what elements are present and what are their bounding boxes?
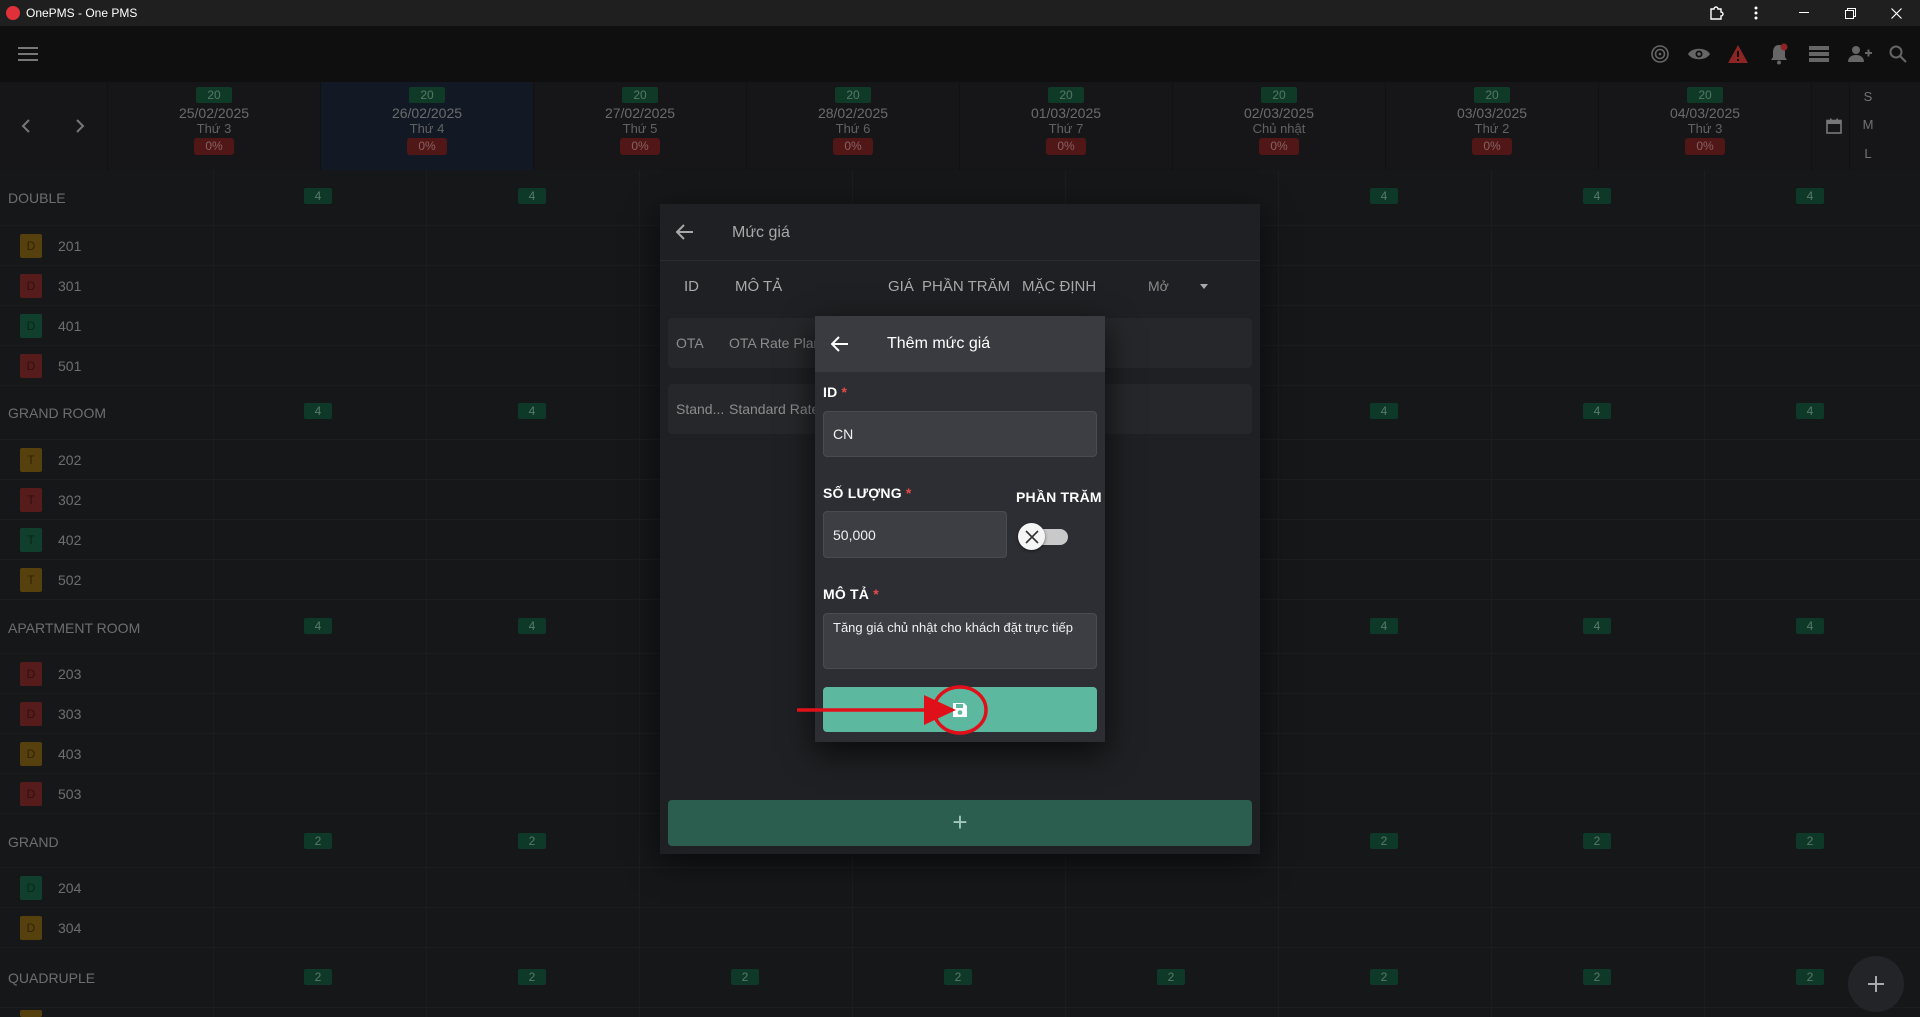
add-rate-dialog: Thêm mức giá ID * CN SỐ LƯỢNG * 50,000 P… — [815, 316, 1105, 742]
id-input[interactable]: CN — [823, 411, 1097, 457]
col-header-id: ID — [684, 278, 699, 295]
amount-label-text: SỐ LƯỢNG — [823, 485, 902, 501]
toggle-off-icon — [1018, 523, 1045, 550]
col-header-price: GIÁ — [888, 278, 914, 295]
dialog-header: Thêm mức giá — [815, 316, 1105, 372]
amount-input-value: 50,000 — [833, 526, 876, 543]
status-filter-select[interactable]: Mở — [1148, 278, 1169, 294]
col-header-default: MẶC ĐỊNH — [1022, 278, 1097, 295]
description-input[interactable]: Tăng giá chủ nhật cho khách đặt trực tiế… — [823, 613, 1097, 669]
rate-id: OTA — [676, 335, 704, 351]
dropdown-caret-icon[interactable] — [1200, 284, 1208, 289]
percent-label: PHẦN TRĂM — [1016, 489, 1102, 505]
required-mark: * — [905, 485, 912, 501]
add-rate-label: + — [952, 807, 968, 837]
description-input-value: Tăng giá chủ nhật cho khách đặt trực tiế… — [833, 620, 1073, 635]
required-mark: * — [873, 586, 879, 602]
back-arrow-icon[interactable] — [831, 336, 849, 352]
description-label-text: MÔ TẢ — [823, 586, 870, 602]
divider — [660, 260, 1260, 261]
percent-toggle[interactable] — [1018, 522, 1070, 550]
annotation-arrow — [797, 685, 988, 735]
description-label: MÔ TẢ * — [823, 586, 879, 602]
required-mark: * — [841, 384, 848, 400]
id-input-value: CN — [833, 426, 854, 442]
add-rate-button[interactable]: + — [668, 800, 1252, 846]
amount-label: SỐ LƯỢNG * — [823, 485, 912, 501]
id-label-text: ID — [823, 384, 838, 400]
dialog-title: Thêm mức giá — [887, 335, 991, 352]
fab-add-button[interactable] — [1848, 956, 1904, 1012]
col-header-description: MÔ TẢ — [735, 278, 783, 295]
id-label: ID * — [823, 384, 847, 400]
rate-description: Standard Rate — [729, 401, 820, 417]
dialog-title: Mức giá — [732, 224, 790, 241]
back-arrow-icon[interactable] — [676, 224, 694, 240]
amount-input[interactable]: 50,000 — [823, 511, 1007, 558]
rate-description: OTA Rate Plan — [729, 335, 822, 351]
rate-id: Stand... — [676, 401, 725, 417]
col-header-percent: PHẦN TRĂM — [922, 278, 1011, 295]
